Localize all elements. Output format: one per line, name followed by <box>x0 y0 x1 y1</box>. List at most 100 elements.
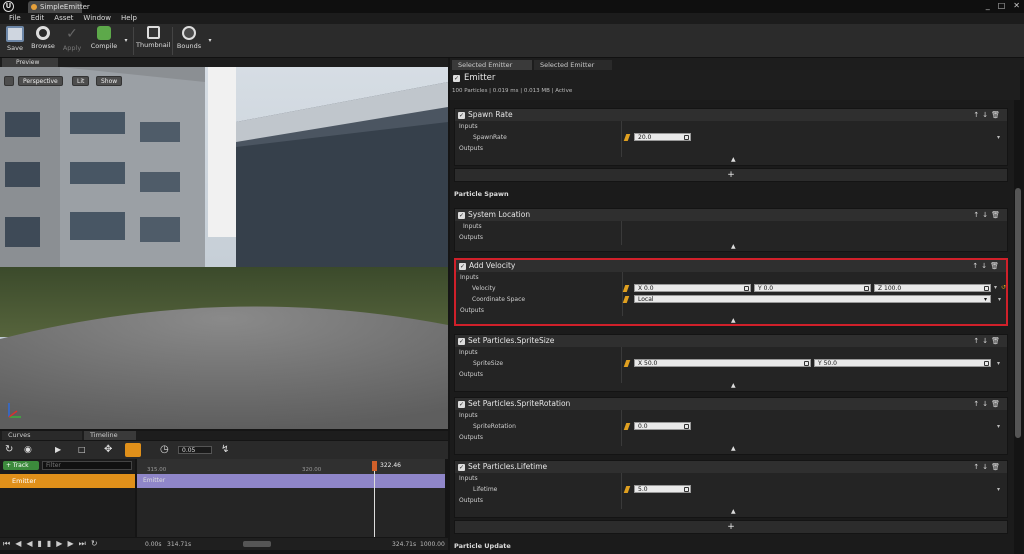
scrollbar-thumb[interactable] <box>1015 188 1021 438</box>
outputs-group[interactable]: Outputs <box>459 234 483 241</box>
transport-controls-icon[interactable]: ⏮◀◀▮▮▶▶⏭↻ <box>3 539 103 549</box>
add-module-button[interactable]: + <box>454 520 1008 534</box>
module-controls-icon[interactable]: ↑↓🗑 <box>973 398 1003 410</box>
pencil-icon[interactable] <box>622 285 630 292</box>
menu-asset[interactable]: Asset <box>49 13 78 24</box>
velocity-y-input[interactable]: Y 0.0 <box>754 284 871 292</box>
tab-preview[interactable]: Preview <box>2 58 58 67</box>
inputs-group[interactable]: Inputs <box>459 349 478 356</box>
link-icon[interactable] <box>984 361 989 366</box>
apply-button[interactable]: ✓ Apply <box>61 26 83 56</box>
sprite-size-x-input[interactable]: X 50.0 <box>634 359 811 367</box>
link-icon[interactable] <box>684 487 689 492</box>
module-controls-icon[interactable]: ↑↓🗑 <box>973 335 1003 347</box>
module-header[interactable]: ✓ System Location ↑↓🗑 <box>455 209 1007 221</box>
menu-window[interactable]: Window <box>78 13 116 24</box>
link-icon[interactable] <box>744 286 749 291</box>
timeline-scrollbar[interactable] <box>243 541 271 547</box>
dropdown-arrow-icon[interactable]: ▾ <box>997 360 1000 367</box>
eye-icon[interactable]: ◉ <box>24 445 32 455</box>
curve-tool-icon[interactable]: ↯ <box>221 444 229 455</box>
dropdown-arrow-icon[interactable]: ▾ <box>994 284 997 291</box>
pencil-icon[interactable] <box>622 296 630 303</box>
sprite-rotation-input[interactable]: 0.0 <box>634 422 691 430</box>
step-size-select[interactable]: 0.05 <box>178 446 212 454</box>
preview-viewport[interactable]: Perspective Lit Show <box>0 67 448 429</box>
inputs-group[interactable]: Inputs <box>463 223 482 230</box>
maximize-icon[interactable]: □ <box>998 1 1006 10</box>
collapse-arrow-icon[interactable]: ▲ <box>731 508 736 515</box>
bounds-button[interactable]: Bounds <box>175 26 203 56</box>
browse-button[interactable]: Browse <box>30 26 56 56</box>
link-icon[interactable] <box>984 286 989 291</box>
inputs-group[interactable]: Inputs <box>459 475 478 482</box>
collapse-arrow-icon[interactable]: ▲ <box>731 243 736 250</box>
outputs-group[interactable]: Outputs <box>459 371 483 378</box>
module-header[interactable]: ✓ Set Particles.SpriteRotation ↑↓🗑 <box>455 398 1007 410</box>
velocity-x-input[interactable]: X 0.0 <box>634 284 751 292</box>
link-icon[interactable] <box>864 286 869 291</box>
module-header[interactable]: ✓ Set Particles.Lifetime ↑↓🗑 <box>455 461 1007 473</box>
lit-button[interactable]: Lit <box>72 76 90 86</box>
outputs-group[interactable]: Outputs <box>459 434 483 441</box>
compile-options-arrow-icon[interactable]: ▾ <box>122 26 130 56</box>
track-row-emitter[interactable]: Emitter <box>0 474 135 488</box>
pencil-icon[interactable] <box>623 134 631 141</box>
module-header[interactable]: ✓ Set Particles.SpriteSize ↑↓🗑 <box>455 335 1007 347</box>
reset-icon[interactable]: ↺ <box>1001 284 1006 291</box>
tab-curves[interactable]: Curves <box>2 431 82 440</box>
sprite-size-y-input[interactable]: Y 50.0 <box>814 359 991 367</box>
add-track-button[interactable]: + Track <box>3 461 39 470</box>
inputs-group[interactable]: Inputs <box>460 274 479 281</box>
outputs-group[interactable]: Outputs <box>460 307 484 314</box>
timeline-area[interactable]: 315.00 320.00 322.46 Emitter <box>137 459 445 537</box>
inputs-group[interactable]: Inputs <box>459 123 478 130</box>
perspective-button[interactable]: Perspective <box>18 76 63 86</box>
filter-input[interactable]: Filter <box>42 461 132 470</box>
clock-icon[interactable]: ◷ <box>160 444 169 455</box>
outputs-group[interactable]: Outputs <box>459 497 483 504</box>
dropdown-arrow-icon[interactable]: ▾ <box>997 423 1000 430</box>
module-controls-icon[interactable]: ↑↓🗑 <box>972 260 1002 272</box>
emitter-enabled-checkbox[interactable]: ✓ <box>453 75 460 82</box>
module-controls-icon[interactable]: ↑↓🗑 <box>973 461 1003 473</box>
pencil-icon[interactable] <box>623 486 631 493</box>
bounds-options-arrow-icon[interactable]: ▾ <box>206 26 214 56</box>
dropdown-arrow-icon[interactable]: ▾ <box>997 486 1000 493</box>
module-header[interactable]: ✓ Spawn Rate ↑↓🗑 <box>455 109 1007 121</box>
module-enabled-checkbox[interactable]: ✓ <box>458 338 465 345</box>
collapse-arrow-icon[interactable]: ▲ <box>731 317 736 324</box>
refresh-icon[interactable]: ↻ <box>5 444 13 455</box>
playhead-handle-icon[interactable] <box>372 461 377 471</box>
spawn-rate-input[interactable]: 20.0 <box>634 133 691 141</box>
dropdown-arrow-icon[interactable]: ▾ <box>997 134 1000 141</box>
tab-selected-emitter-graph[interactable]: Selected Emitter Graph <box>534 60 612 79</box>
velocity-z-input[interactable]: Z 100.0 <box>874 284 991 292</box>
menu-edit[interactable]: Edit <box>26 13 50 24</box>
compile-button[interactable]: Compile <box>89 26 119 56</box>
outputs-group[interactable]: Outputs <box>459 145 483 152</box>
play-icon[interactable]: ▶ <box>55 445 61 454</box>
coordinate-space-select[interactable]: Local ▾ <box>634 295 991 303</box>
module-enabled-checkbox[interactable]: ✓ <box>458 401 465 408</box>
collapse-arrow-icon[interactable]: ▲ <box>731 445 736 452</box>
pencil-icon[interactable] <box>623 423 631 430</box>
minimize-icon[interactable]: _ <box>986 1 990 10</box>
stop-icon[interactable]: □ <box>78 445 86 454</box>
module-enabled-checkbox[interactable]: ✓ <box>458 464 465 471</box>
document-tab[interactable]: SimpleEmitter <box>28 1 90 13</box>
menu-help[interactable]: Help <box>116 13 142 24</box>
snap-toggle-icon[interactable] <box>125 443 141 457</box>
module-enabled-checkbox[interactable]: ✓ <box>458 112 465 119</box>
tab-selected-emitter[interactable]: Selected Emitter <box>452 60 532 70</box>
section-particle-update[interactable]: Particle Update <box>454 542 511 550</box>
close-icon[interactable]: ✕ <box>1013 1 1020 10</box>
dropdown-arrow-icon[interactable]: ▾ <box>998 296 1001 303</box>
move-icon[interactable]: ✥ <box>104 444 112 455</box>
save-button[interactable]: Save <box>4 26 26 56</box>
module-enabled-checkbox[interactable]: ✓ <box>458 212 465 219</box>
show-button[interactable]: Show <box>96 76 123 86</box>
module-header[interactable]: ✓ Add Velocity ↑↓🗑 <box>456 260 1006 272</box>
module-controls-icon[interactable]: ↑↓🗑 <box>973 209 1003 221</box>
link-icon[interactable] <box>684 424 689 429</box>
